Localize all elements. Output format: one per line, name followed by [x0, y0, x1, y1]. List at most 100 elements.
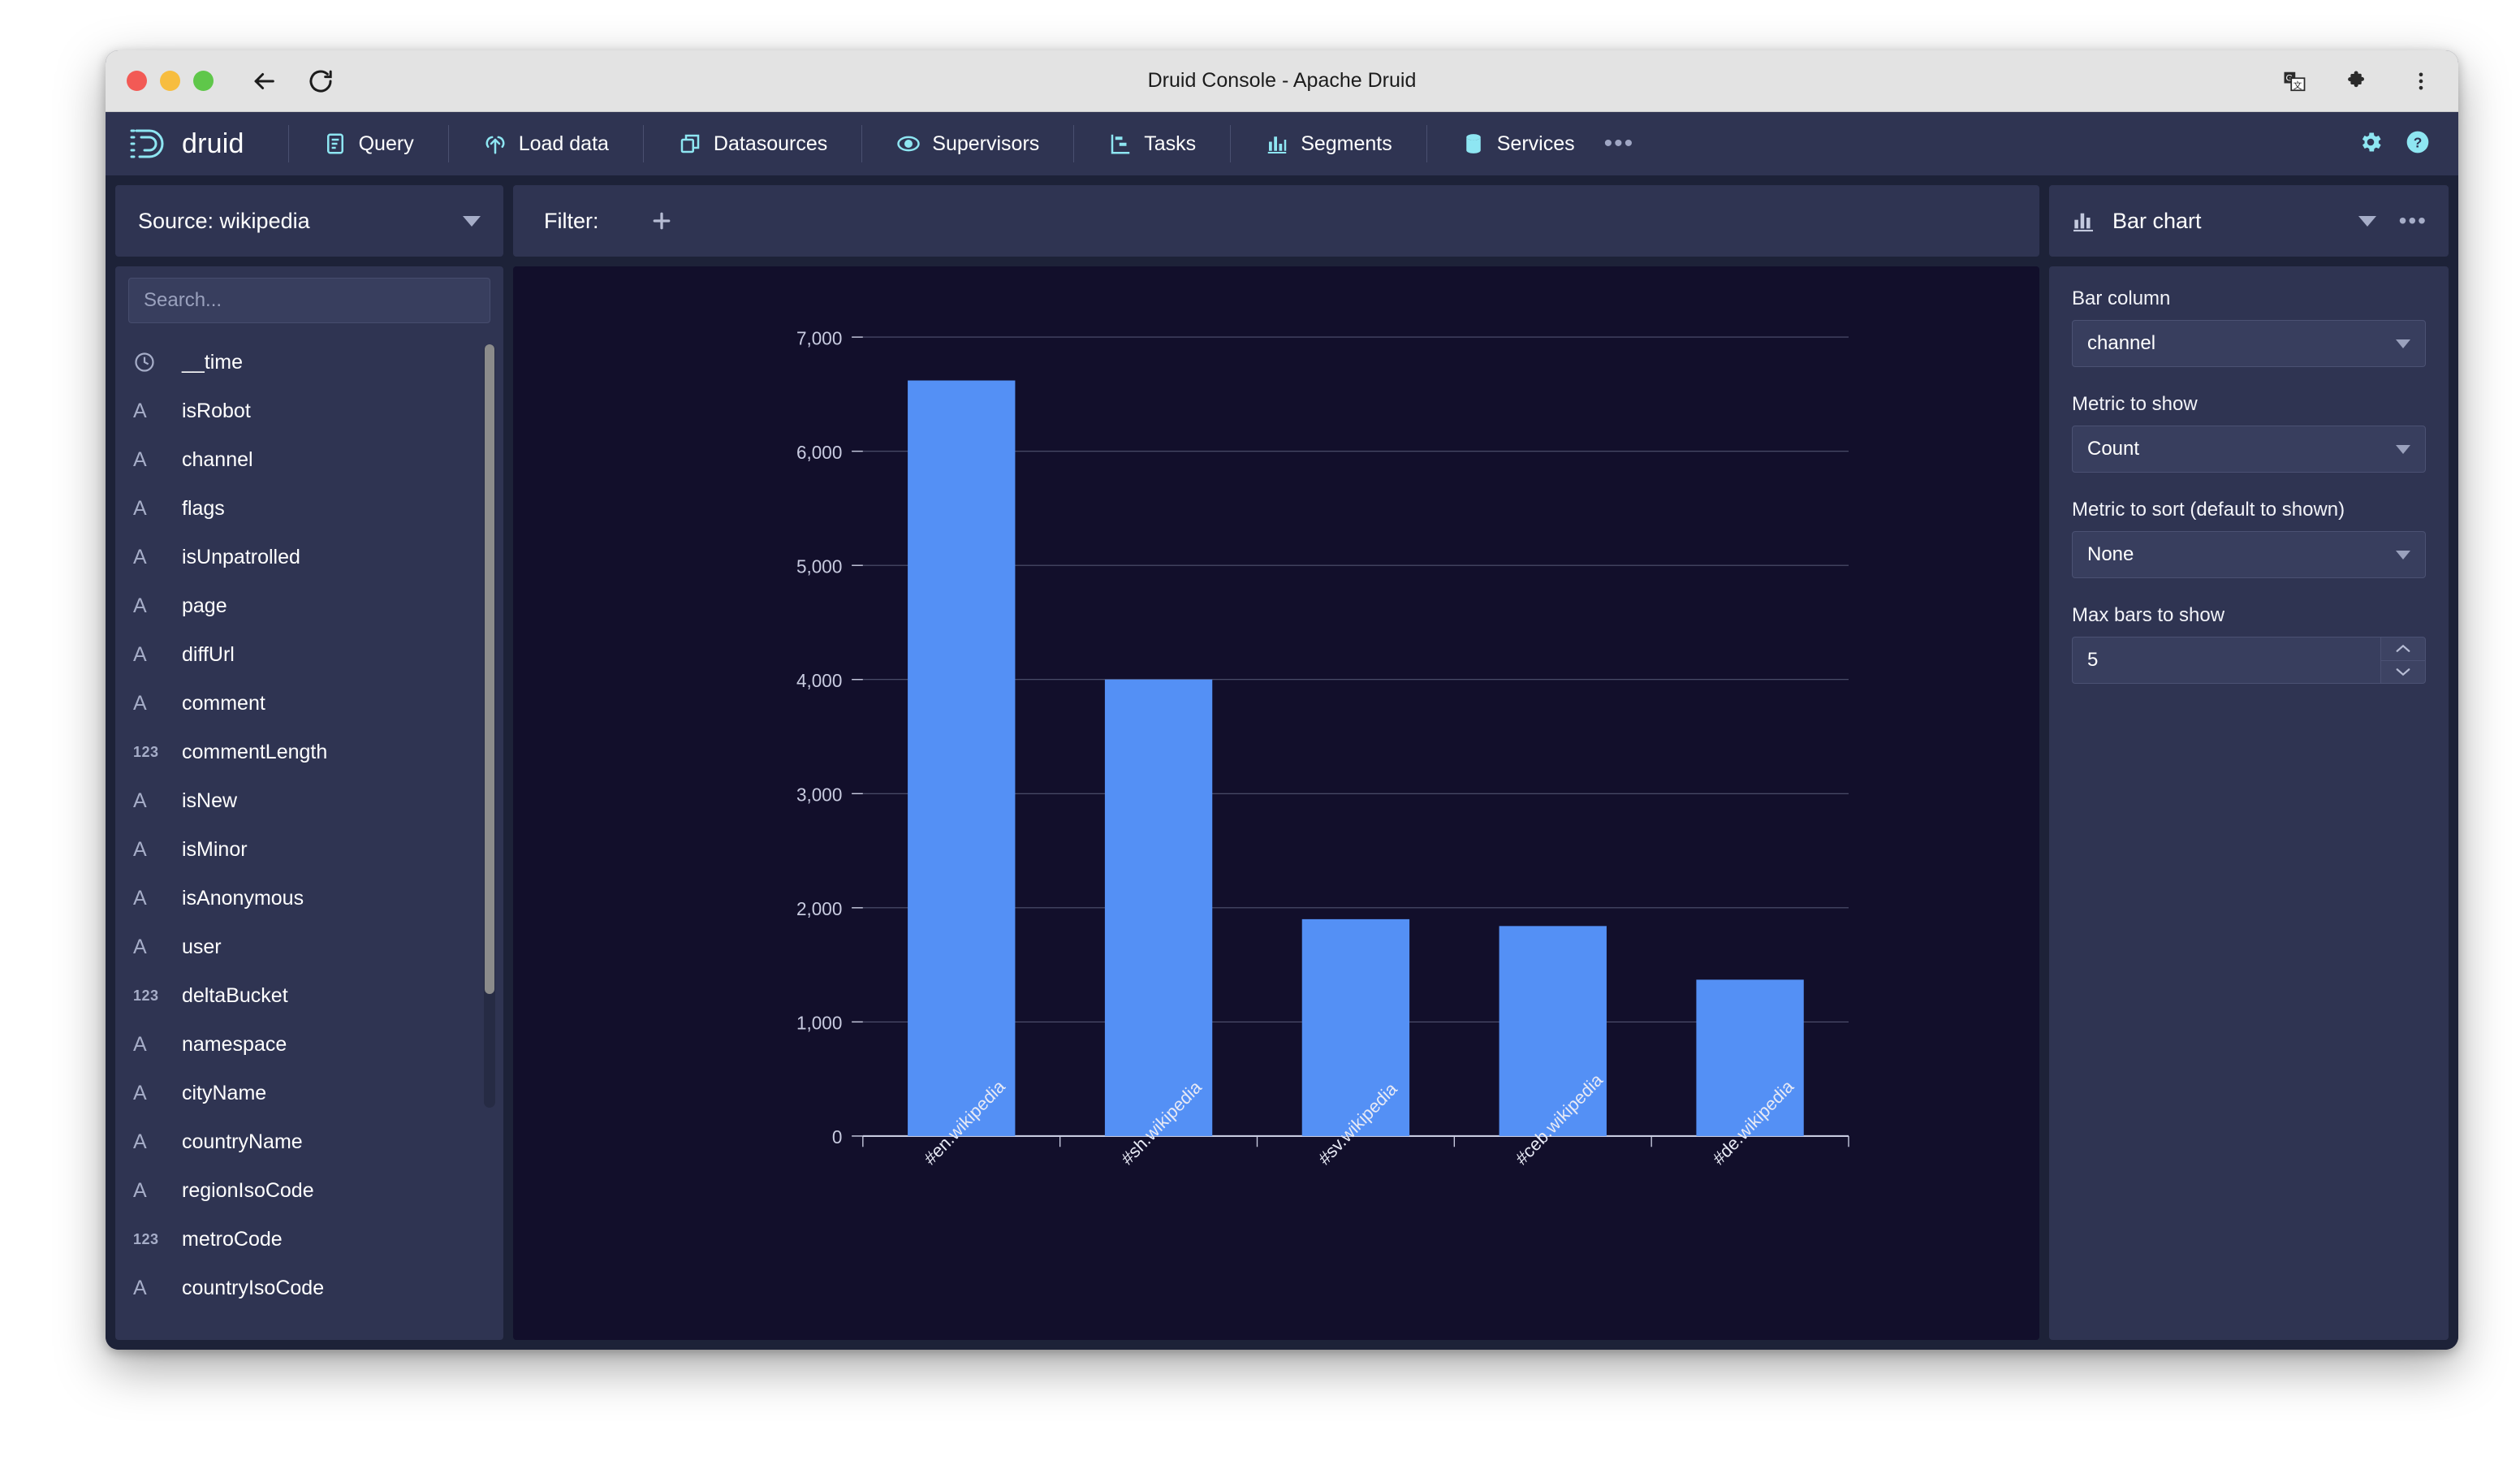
number-type-icon: 123: [133, 987, 159, 1004]
nav-item-services[interactable]: Services: [1447, 123, 1590, 164]
column-name: isAnonymous: [182, 886, 304, 910]
browser-window: Druid Console - Apache Druid G文 druid Qu…: [106, 50, 2458, 1350]
control-group: Bar column channel: [2072, 287, 2426, 367]
datasources-stack-icon: [678, 132, 702, 156]
control-select[interactable]: Count: [2072, 426, 2426, 473]
control-label: Bar column: [2072, 287, 2171, 309]
nav-item-load-data[interactable]: Load data: [468, 123, 624, 164]
column-list-item[interactable]: AcountryIsoCode: [128, 1264, 490, 1312]
chevron-down-icon: [2396, 550, 2410, 560]
column-list-scrollbar[interactable]: [484, 344, 495, 1108]
plus-icon[interactable]: [649, 209, 674, 233]
column-name: isMinor: [182, 837, 248, 861]
column-list-item[interactable]: 123 metroCode: [128, 1215, 490, 1264]
druid-logo[interactable]: druid: [128, 124, 269, 163]
minimize-window-button[interactable]: [160, 71, 180, 91]
column-name: cityName: [182, 1081, 267, 1104]
source-selector[interactable]: Source: wikipedia: [115, 185, 503, 257]
column-list-item[interactable]: AdiffUrl: [128, 630, 490, 679]
load-data-upload-icon: [483, 132, 507, 156]
number-type-icon: 123: [133, 743, 159, 760]
column-list-item[interactable]: Anamespace: [128, 1020, 490, 1069]
extensions-puzzle-icon[interactable]: [2341, 65, 2374, 97]
chevron-down-icon: [2396, 339, 2410, 348]
svg-text:6,000: 6,000: [796, 441, 842, 463]
column-name: deltaBucket: [182, 983, 288, 1007]
nav-divider: [1426, 125, 1427, 162]
column-list-item[interactable]: AcityName: [128, 1069, 490, 1117]
string-type-icon: A: [133, 935, 147, 958]
column-name: channel: [182, 447, 253, 471]
string-type-icon: A: [133, 545, 147, 568]
column-name: isUnpatrolled: [182, 545, 300, 568]
column-name: isNew: [182, 789, 238, 812]
nav-item-supervisors[interactable]: Supervisors: [882, 123, 1054, 164]
query-document-icon: [323, 132, 347, 156]
max-bars-input[interactable]: [2072, 637, 2380, 684]
string-type-icon: A: [133, 642, 147, 666]
column-list-item[interactable]: AisNew: [128, 776, 490, 825]
nav-item-label: Load data: [518, 132, 609, 155]
chevron-down-icon[interactable]: [2358, 215, 2376, 227]
column-list-item[interactable]: Achannel: [128, 435, 490, 484]
column-list-item[interactable]: AcountryName: [128, 1117, 490, 1166]
column-list-item[interactable]: 123 commentLength: [128, 728, 490, 776]
column-list-item[interactable]: Acomment: [128, 679, 490, 728]
gear-icon[interactable]: [2358, 129, 2384, 159]
nav-item-datasources[interactable]: Datasources: [663, 123, 842, 164]
string-type-icon: A: [133, 1178, 147, 1202]
filter-bar: Filter:: [513, 185, 2039, 257]
bar-chart-visualization[interactable]: 0 1,000 2,000 3,000 4,000 5,000 6,000 7,000 #en.…: [513, 266, 2039, 1340]
translate-icon[interactable]: G文: [2278, 65, 2311, 97]
window-title: Druid Console - Apache Druid: [1147, 69, 1417, 92]
string-type-icon: A: [133, 691, 147, 715]
number-stepper: [2380, 637, 2426, 684]
filter-label: Filter:: [544, 208, 599, 233]
browser-menu-icon[interactable]: [2405, 65, 2437, 97]
back-arrow-icon[interactable]: [246, 63, 282, 99]
app-body: Source: wikipedia __timeAisRobotAchannel…: [106, 175, 2458, 1350]
string-type-icon: A: [133, 886, 147, 910]
string-type-icon: A: [133, 496, 147, 520]
stepper-down-icon[interactable]: [2381, 659, 2425, 684]
close-window-button[interactable]: [127, 71, 147, 91]
control-select[interactable]: None: [2072, 531, 2426, 578]
nav-divider: [1073, 125, 1075, 162]
nav-item-tasks[interactable]: Tasks: [1094, 123, 1210, 164]
reload-icon[interactable]: [303, 63, 339, 99]
column-list-item[interactable]: 123 deltaBucket: [128, 971, 490, 1020]
column-list-item[interactable]: AisMinor: [128, 825, 490, 874]
visualization-more-menu[interactable]: •••: [2393, 208, 2427, 234]
nav-overflow-menu[interactable]: •••: [1590, 125, 1650, 162]
control-label: Max bars to show: [2072, 604, 2225, 626]
column-list-item[interactable]: Apage: [128, 581, 490, 630]
stepper-up-icon[interactable]: [2381, 637, 2425, 660]
column-list-item[interactable]: Aflags: [128, 484, 490, 533]
column-name: user: [182, 935, 222, 958]
chevron-down-icon: [2396, 444, 2410, 454]
nav-item-query[interactable]: Query: [309, 123, 429, 164]
nav-item-segments[interactable]: Segments: [1250, 123, 1407, 164]
control-select[interactable]: channel: [2072, 320, 2426, 367]
column-list-item[interactable]: AisRobot: [128, 387, 490, 435]
visualization-type-selector[interactable]: Bar chart •••: [2049, 185, 2449, 257]
svg-text:3,000: 3,000: [796, 784, 842, 806]
help-circle-icon[interactable]: ?: [2405, 129, 2431, 159]
maximize-window-button[interactable]: [193, 71, 214, 91]
control-label: Metric to sort (default to shown): [2072, 499, 2345, 521]
column-list-item[interactable]: __time: [128, 338, 490, 387]
column-name: countryName: [182, 1130, 303, 1153]
column-list-item[interactable]: AisAnonymous: [128, 874, 490, 923]
column-name: comment: [182, 691, 265, 715]
nav-item-label: Tasks: [1144, 132, 1197, 155]
svg-text:2,000: 2,000: [796, 898, 842, 920]
right-sidebar: Bar chart ••• Bar column channel Metric to…: [2049, 185, 2449, 1340]
chevron-down-icon: [463, 215, 481, 227]
search-input[interactable]: [128, 278, 490, 323]
column-list-item[interactable]: AregionIsoCode: [128, 1166, 490, 1215]
center-area: Filter: 0 1,000 2,000 3,000 4,000 5,000 6,000 7…: [513, 185, 2039, 1340]
control-group: Metric to show Count: [2072, 393, 2426, 473]
column-list-item[interactable]: Auser: [128, 923, 490, 971]
column-list-item[interactable]: AisUnpatrolled: [128, 533, 490, 581]
visualization-type-label: Bar chart: [2112, 208, 2202, 233]
